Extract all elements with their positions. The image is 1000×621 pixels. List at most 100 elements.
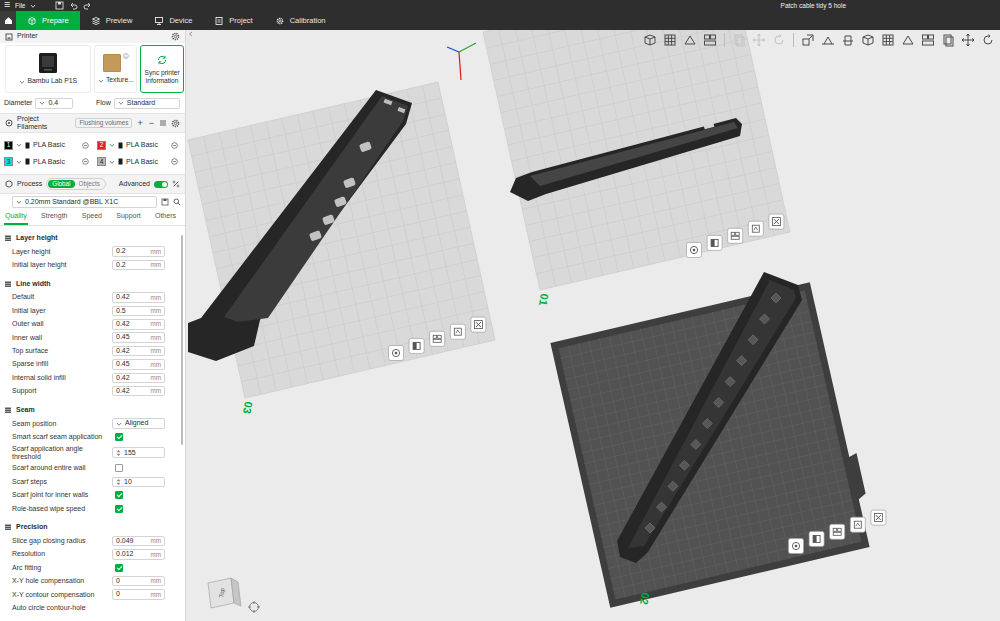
diameter-select[interactable]: 0.4: [35, 98, 73, 109]
delete-plate-icon[interactable]: [769, 214, 784, 229]
main-tab[interactable]: Calibration: [264, 11, 337, 30]
main-tab[interactable]: Project: [203, 11, 263, 30]
arrange-plate-icon[interactable]: [430, 331, 445, 346]
toolbar-button[interactable]: [919, 31, 937, 49]
view-cube-label[interactable]: Top: [218, 587, 226, 598]
sync-printer-button[interactable]: Sync printer information: [140, 45, 184, 93]
setting-checkbox[interactable]: [115, 464, 123, 472]
flow-select[interactable]: Standard: [114, 98, 180, 109]
filament-color-box[interactable]: 2: [97, 141, 106, 150]
filament-item[interactable]: 4PLA Basic: [97, 156, 186, 169]
setting-field[interactable]: 0.2mm: [112, 246, 165, 257]
view-cube[interactable]: Top: [208, 578, 241, 608]
file-menu[interactable]: File: [15, 2, 25, 10]
toolbar-button[interactable]: [899, 31, 917, 49]
setting-checkbox[interactable]: [115, 491, 123, 499]
model-object[interactable]: [617, 272, 802, 563]
arrange-plate-icon[interactable]: [830, 524, 845, 539]
cut-icon[interactable]: [840, 32, 856, 48]
move-icon[interactable]: [960, 32, 976, 48]
search-icon[interactable]: [173, 198, 181, 206]
printer-card[interactable]: Bambu Lab P1S: [5, 45, 91, 93]
spin-arrows-icon[interactable]: [116, 478, 121, 486]
plate-number[interactable]: 02: [638, 592, 652, 606]
setting-select[interactable]: Aligned: [112, 418, 165, 429]
setting-field[interactable]: 0mm: [112, 589, 165, 600]
setting-field[interactable]: 0.42mm: [112, 386, 165, 397]
zoom-fit-icon[interactable]: [248, 601, 260, 613]
menu-icon[interactable]: ☰: [4, 1, 10, 9]
plate-grid-icon[interactable]: [662, 32, 678, 48]
spin-arrows-icon[interactable]: [116, 449, 121, 457]
filament-color-box[interactable]: 1: [4, 141, 13, 150]
model-object[interactable]: [188, 90, 412, 361]
toolbar-button[interactable]: [959, 31, 977, 49]
plate-lock-icon[interactable]: [409, 338, 424, 353]
compare-presets-icon[interactable]: [172, 180, 180, 188]
toolbar-button[interactable]: [641, 31, 659, 49]
setting-field[interactable]: 0.42mm: [112, 373, 165, 384]
settings-tab[interactable]: Strength: [40, 210, 68, 225]
model-object[interactable]: [510, 118, 742, 201]
filament-color-box[interactable]: 4: [97, 157, 106, 166]
filament-list-icon[interactable]: [159, 119, 167, 127]
toolbar-button[interactable]: [839, 31, 857, 49]
plate-settings-icon[interactable]: [789, 539, 804, 554]
auto-orient-icon[interactable]: [748, 221, 763, 236]
toolbar-button[interactable]: [799, 31, 817, 49]
setting-checkbox[interactable]: [115, 505, 123, 513]
setting-field[interactable]: 0.012mm: [112, 549, 165, 560]
main-tab[interactable]: Preview: [80, 11, 144, 30]
filament-item[interactable]: 2PLA Basic: [97, 139, 186, 152]
add-object-icon[interactable]: [642, 32, 658, 48]
redo-icon[interactable]: [83, 1, 92, 10]
plate-settings-icon[interactable]: [389, 346, 404, 361]
toolbar-button[interactable]: [859, 31, 877, 49]
toolbar-button[interactable]: [701, 31, 719, 49]
collapse-sidebar-icon[interactable]: [188, 31, 194, 37]
printer-settings-gear-icon[interactable]: [171, 32, 180, 41]
advanced-toggle[interactable]: [154, 181, 168, 188]
filament-edit-icon[interactable]: [171, 158, 178, 165]
filament-color-box[interactable]: 3: [4, 157, 13, 166]
plate-number[interactable]: 01: [537, 293, 551, 307]
arrange-icon[interactable]: [702, 32, 718, 48]
arrange-plate-icon[interactable]: [728, 228, 743, 243]
3d-canvas[interactable]: 030102 Top: [186, 30, 1000, 621]
scope-option[interactable]: Objects: [75, 180, 104, 188]
toolbar-button[interactable]: [681, 31, 699, 49]
rotate-icon[interactable]: [980, 32, 996, 48]
plate-settings-icon[interactable]: [687, 243, 702, 258]
settings-tab[interactable]: Others: [154, 210, 177, 225]
settings-tab[interactable]: Speed: [81, 210, 103, 225]
toolbar-button[interactable]: [939, 31, 957, 49]
setting-field[interactable]: 0.45mm: [112, 332, 165, 343]
filament-item[interactable]: 3PLA Basic: [4, 156, 97, 169]
scope-option[interactable]: Global: [48, 180, 74, 188]
filament-settings-gear-icon[interactable]: [171, 119, 180, 128]
main-tab[interactable]: Prepare: [16, 11, 80, 30]
home-button[interactable]: [0, 11, 16, 30]
setting-spinbox[interactable]: 10: [112, 477, 165, 488]
setting-spinbox[interactable]: 155: [112, 447, 165, 458]
plate-lock-icon[interactable]: [707, 235, 722, 250]
setting-field[interactable]: 0.45mm: [112, 359, 165, 370]
filament-edit-icon[interactable]: [82, 142, 89, 149]
auto-orient-icon[interactable]: [450, 324, 465, 339]
toolbar-button[interactable]: [879, 31, 897, 49]
setting-field[interactable]: 0.5mm: [112, 306, 165, 317]
scene-view[interactable]: 030102 Top: [186, 30, 998, 621]
undo-icon[interactable]: [69, 1, 78, 10]
settings-tab[interactable]: Quality: [4, 210, 28, 225]
add-object-icon[interactable]: [860, 32, 876, 48]
save-icon[interactable]: [55, 1, 64, 10]
lay-flat-icon[interactable]: [820, 32, 836, 48]
remove-filament-button[interactable]: −: [148, 119, 155, 128]
toolbar-button[interactable]: [979, 31, 997, 49]
setting-checkbox[interactable]: [115, 433, 123, 441]
filament-edit-icon[interactable]: [171, 142, 178, 149]
toolbar-button[interactable]: [819, 31, 837, 49]
plate-grid-icon[interactable]: [880, 32, 896, 48]
delete-plate-icon[interactable]: [471, 317, 486, 332]
delete-plate-icon[interactable]: [871, 510, 886, 525]
